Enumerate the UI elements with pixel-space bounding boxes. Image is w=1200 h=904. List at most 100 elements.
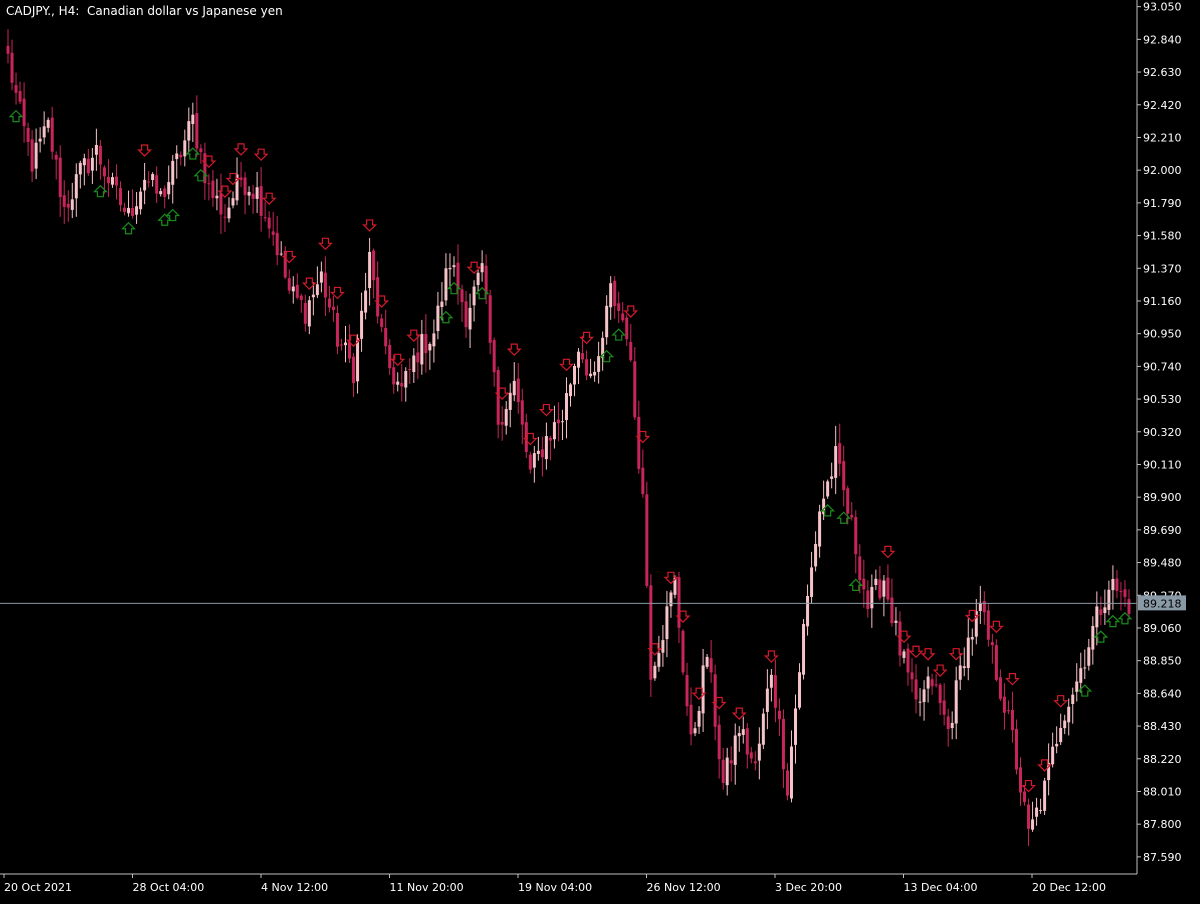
candle xyxy=(492,337,496,387)
candle xyxy=(106,159,110,197)
candle xyxy=(94,128,98,171)
candle-body xyxy=(352,356,356,384)
y-tick-label: 91.370 xyxy=(1143,262,1182,275)
candle xyxy=(1051,732,1055,768)
candle xyxy=(231,191,235,209)
candle-body xyxy=(978,602,982,612)
candle-body xyxy=(966,637,970,669)
candle-body xyxy=(127,207,131,214)
candle-body xyxy=(540,449,544,458)
candle xyxy=(66,190,70,222)
candle-body xyxy=(58,157,62,198)
candle-body xyxy=(1123,589,1127,598)
y-tick-label: 90.530 xyxy=(1143,393,1182,406)
candle-body xyxy=(90,157,94,171)
candle-body xyxy=(814,543,818,567)
candle xyxy=(416,334,420,380)
candle-body xyxy=(199,148,203,153)
candle-body xyxy=(769,674,773,688)
candle xyxy=(749,747,753,764)
candle-body xyxy=(834,446,838,478)
candle-body xyxy=(151,174,155,181)
candle xyxy=(978,585,982,625)
candle xyxy=(705,654,709,669)
candle-body xyxy=(110,177,114,185)
buy-arrow-icon xyxy=(8,109,24,123)
candle-body xyxy=(460,289,464,303)
candle-body xyxy=(994,645,998,680)
candle-body xyxy=(159,191,163,195)
candle-body xyxy=(516,378,520,403)
candle xyxy=(372,248,376,299)
candle xyxy=(380,313,384,333)
candle xyxy=(689,687,693,746)
candle-body xyxy=(548,437,552,441)
candle-body xyxy=(862,578,866,590)
x-tick-label: 19 Nov 04:00 xyxy=(518,881,592,894)
candle-body xyxy=(785,770,789,796)
candle-body xyxy=(946,716,950,730)
x-tick-label: 3 Dec 20:00 xyxy=(775,881,842,894)
sell-arrow-icon xyxy=(920,648,936,661)
chart-area[interactable]: 93.050 92.840 92.630 92.420 92.210 92.000 91.7… xyxy=(0,0,1200,900)
y-tick-label: 88.220 xyxy=(1143,753,1182,766)
candle-body xyxy=(440,301,444,307)
candle-body xyxy=(902,651,906,658)
y-tick-label: 88.850 xyxy=(1143,655,1182,668)
candle-body xyxy=(830,476,834,479)
signal-arrows-layer xyxy=(8,109,1133,793)
candle xyxy=(175,145,179,179)
price-chart[interactable]: 93.050 92.840 92.630 92.420 92.210 92.000 91.7… xyxy=(0,0,1200,900)
candle xyxy=(966,618,970,681)
candle xyxy=(826,479,830,499)
candle xyxy=(247,186,251,206)
candle xyxy=(163,185,167,209)
candle-body xyxy=(311,294,315,298)
candle xyxy=(187,107,191,153)
candle-body xyxy=(589,373,593,377)
candle-body xyxy=(625,317,629,340)
candle-body xyxy=(66,203,70,208)
candle xyxy=(259,167,263,232)
candle-body xyxy=(30,139,34,172)
candle-body xyxy=(705,656,709,667)
buy-arrow-icon xyxy=(1105,614,1121,628)
candle-body xyxy=(307,300,311,327)
candle xyxy=(1019,757,1022,806)
candle-body xyxy=(544,436,548,460)
buy-arrow-icon xyxy=(121,221,136,235)
candle xyxy=(1035,797,1039,826)
candle xyxy=(818,504,822,558)
candle xyxy=(460,284,464,323)
candle-body xyxy=(922,689,926,703)
candle xyxy=(255,171,259,213)
candle xyxy=(946,708,950,747)
candle xyxy=(733,723,737,785)
candle xyxy=(287,269,291,295)
candle-body xyxy=(1027,804,1031,829)
candle xyxy=(412,348,416,383)
candle-body xyxy=(102,167,106,177)
x-tick-label: 11 Nov 20:00 xyxy=(390,881,464,894)
candle-body xyxy=(400,383,404,387)
candle xyxy=(814,531,818,572)
candle-body xyxy=(139,191,143,210)
candle xyxy=(110,172,114,188)
candle-body xyxy=(1071,694,1075,705)
candle-body xyxy=(191,114,195,125)
candle-body xyxy=(428,343,432,351)
candle xyxy=(352,353,356,398)
candle xyxy=(476,270,480,292)
candle xyxy=(54,151,58,180)
candle-body xyxy=(50,117,54,152)
candle xyxy=(617,291,621,324)
sell-arrow-icon xyxy=(1005,673,1020,686)
candle-body xyxy=(331,306,335,311)
candle-body xyxy=(54,154,58,160)
candle-body xyxy=(492,340,496,373)
candles-layer xyxy=(6,29,1131,847)
sell-arrow-icon xyxy=(362,219,378,232)
candle xyxy=(135,191,139,224)
candle xyxy=(681,629,685,676)
candle-body xyxy=(416,352,420,363)
